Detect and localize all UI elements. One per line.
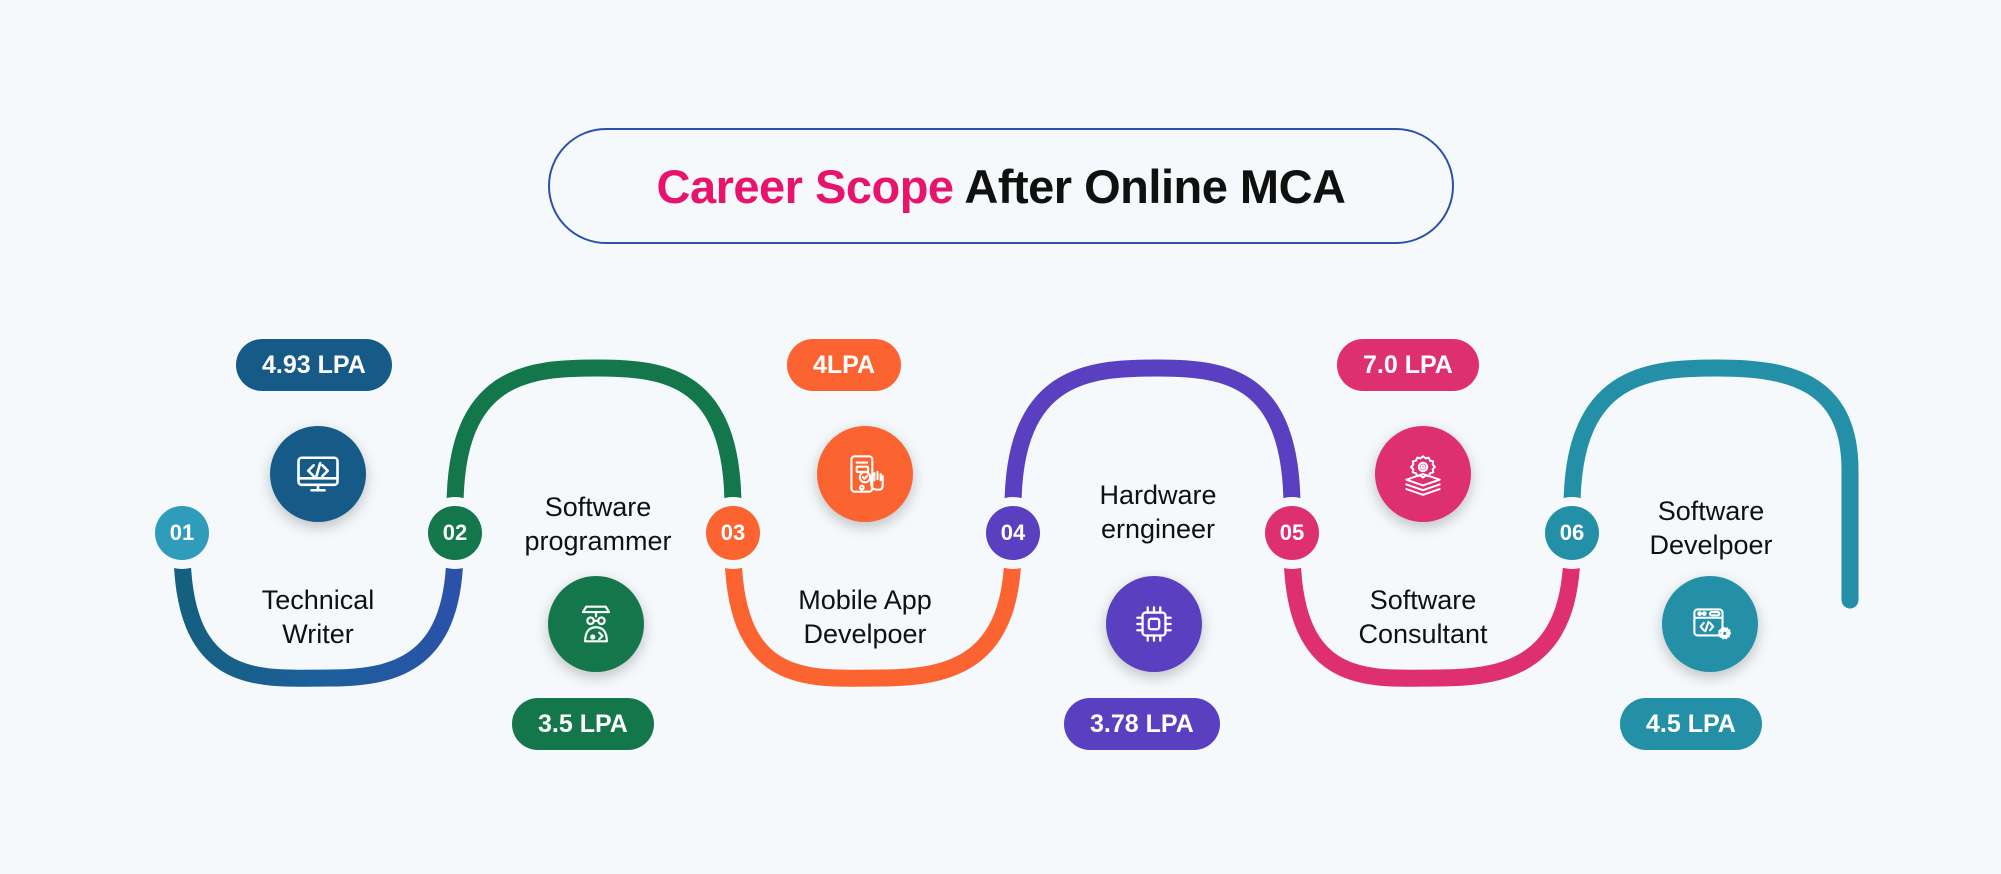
salary-badge-06: 4.5 LPA <box>1620 698 1762 750</box>
salary-badge-02-label: 3.5 LPA <box>538 709 628 738</box>
mobile-tap-icon <box>840 449 890 499</box>
role-label-01: Technical Writer <box>198 548 438 652</box>
role-label-06-text: Software Develpoer <box>1649 495 1773 561</box>
salary-badge-04: 3.78 LPA <box>1064 698 1220 750</box>
salary-badge-03: 4LPA <box>787 339 902 391</box>
role-label-02-text: Software programmer <box>524 491 672 557</box>
role-icon-circle-01[interactable] <box>270 426 366 522</box>
step-marker-04[interactable]: 04 <box>986 506 1040 560</box>
cpu-chip-icon <box>1129 599 1179 649</box>
step-marker-03-label: 03 <box>720 520 746 545</box>
salary-badge-03-label: 4LPA <box>813 350 876 379</box>
role-icon-circle-06[interactable] <box>1662 576 1758 672</box>
step-marker-06[interactable]: 06 <box>1545 506 1599 560</box>
step-marker-05[interactable]: 05 <box>1265 506 1319 560</box>
page-title-rest: After Online MCA <box>953 159 1346 213</box>
salary-badge-04-label: 3.78 LPA <box>1090 709 1194 738</box>
role-label-05: Software Consultant <box>1303 548 1543 652</box>
salary-badge-05-label: 7.0 LPA <box>1363 350 1453 379</box>
layers-gear-icon <box>1398 449 1448 499</box>
role-label-05-text: Software Consultant <box>1358 584 1488 650</box>
salary-badge-06-label: 4.5 LPA <box>1646 709 1736 738</box>
step-marker-02[interactable]: 02 <box>428 506 482 560</box>
step-marker-04-label: 04 <box>1000 520 1026 545</box>
step-marker-05-label: 05 <box>1279 520 1305 545</box>
page-title: Career Scope After Online MCA <box>657 163 1346 210</box>
step-marker-01[interactable]: 01 <box>155 506 209 560</box>
role-icon-circle-02[interactable] <box>548 576 644 672</box>
role-label-04-text: Hardware erngineer <box>1099 479 1217 545</box>
step-marker-06-label: 06 <box>1559 520 1585 545</box>
role-label-03: Mobile App Develpoer <box>745 548 985 652</box>
step-marker-01-label: 01 <box>169 520 195 545</box>
infographic-canvas: Career Scope After Online MCA 01 4.93 LP… <box>0 0 2001 874</box>
role-icon-circle-05[interactable] <box>1375 426 1471 522</box>
step-marker-02-label: 02 <box>442 520 468 545</box>
role-icon-circle-04[interactable] <box>1106 576 1202 672</box>
step-marker-03[interactable]: 03 <box>706 506 760 560</box>
salary-badge-01-label: 4.93 LPA <box>262 350 366 379</box>
salary-badge-01: 4.93 LPA <box>236 339 392 391</box>
role-label-01-text: Technical Writer <box>261 584 375 650</box>
role-label-04: Hardware erngineer <box>1038 443 1278 547</box>
salary-badge-02: 3.5 LPA <box>512 698 654 750</box>
page-title-accent: Career Scope <box>656 159 955 213</box>
role-label-03-text: Mobile App Develpoer <box>798 584 932 650</box>
programmer-avatar-icon <box>570 598 622 650</box>
role-label-02: Software programmer <box>478 455 718 559</box>
role-icon-circle-03[interactable] <box>817 426 913 522</box>
role-label-06: Software Develpoer <box>1586 459 1836 563</box>
browser-code-gear-icon <box>1685 599 1735 649</box>
salary-badge-05: 7.0 LPA <box>1337 339 1479 391</box>
monitor-code-icon <box>292 448 344 500</box>
page-title-pill: Career Scope After Online MCA <box>548 128 1454 244</box>
